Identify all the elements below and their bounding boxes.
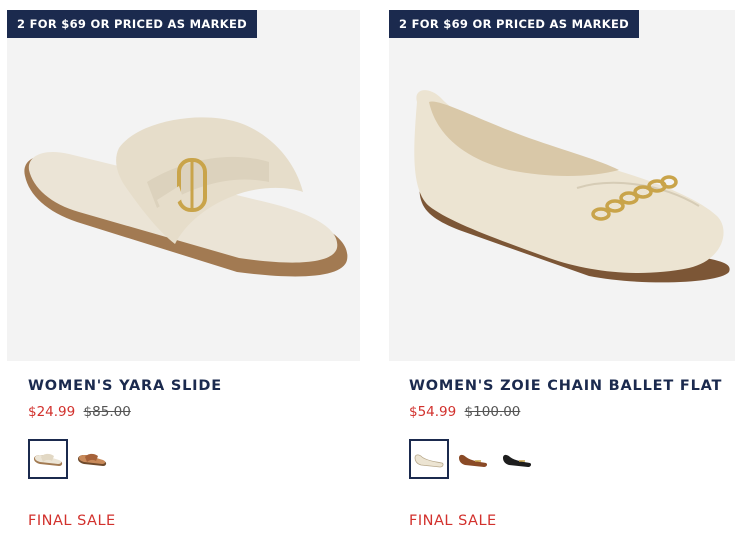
promo-badge: 2 FOR $69 OR PRICED AS MARKED — [389, 10, 639, 38]
price-group: $54.99 $100.00 — [409, 404, 520, 420]
swatch-cream[interactable] — [409, 439, 449, 479]
product-title[interactable]: WOMEN'S ZOIE CHAIN BALLET FLAT — [409, 378, 722, 394]
slide-thumbnail-icon — [34, 453, 63, 466]
product-title[interactable]: WOMEN'S YARA SLIDE — [28, 378, 222, 394]
color-swatches — [409, 439, 537, 479]
product-image-container[interactable]: 2 FOR $69 OR PRICED AS MARKED — [7, 10, 360, 361]
product-image-container[interactable]: 2 FOR $69 OR PRICED AS MARKED — [389, 10, 735, 361]
slide-thumbnail-icon — [78, 453, 107, 466]
swatch-black[interactable] — [497, 439, 537, 479]
swatch-tan[interactable] — [72, 439, 112, 479]
color-swatches — [28, 439, 112, 479]
sale-price: $24.99 — [28, 404, 76, 420]
flat-thumbnail-icon — [503, 454, 532, 467]
swatch-brown[interactable] — [453, 439, 493, 479]
product-image-ballet-flat[interactable] — [389, 10, 735, 361]
final-sale-label: FINAL SALE — [409, 513, 497, 529]
final-sale-label: FINAL SALE — [28, 513, 116, 529]
original-price: $100.00 — [464, 404, 521, 420]
swatch-cream[interactable] — [28, 439, 68, 479]
flat-thumbnail-icon — [459, 454, 488, 467]
promo-badge: 2 FOR $69 OR PRICED AS MARKED — [7, 10, 257, 38]
sale-price: $54.99 — [409, 404, 457, 420]
product-card[interactable]: 2 FOR $69 OR PRICED AS MARKED — [7, 10, 360, 361]
product-card[interactable]: 2 FOR $69 OR PRICED AS MARKED — [389, 10, 735, 361]
flat-thumbnail-icon — [414, 454, 444, 468]
product-image-slide[interactable] — [7, 10, 360, 361]
original-price: $85.00 — [83, 404, 131, 420]
price-group: $24.99 $85.00 — [28, 404, 131, 420]
